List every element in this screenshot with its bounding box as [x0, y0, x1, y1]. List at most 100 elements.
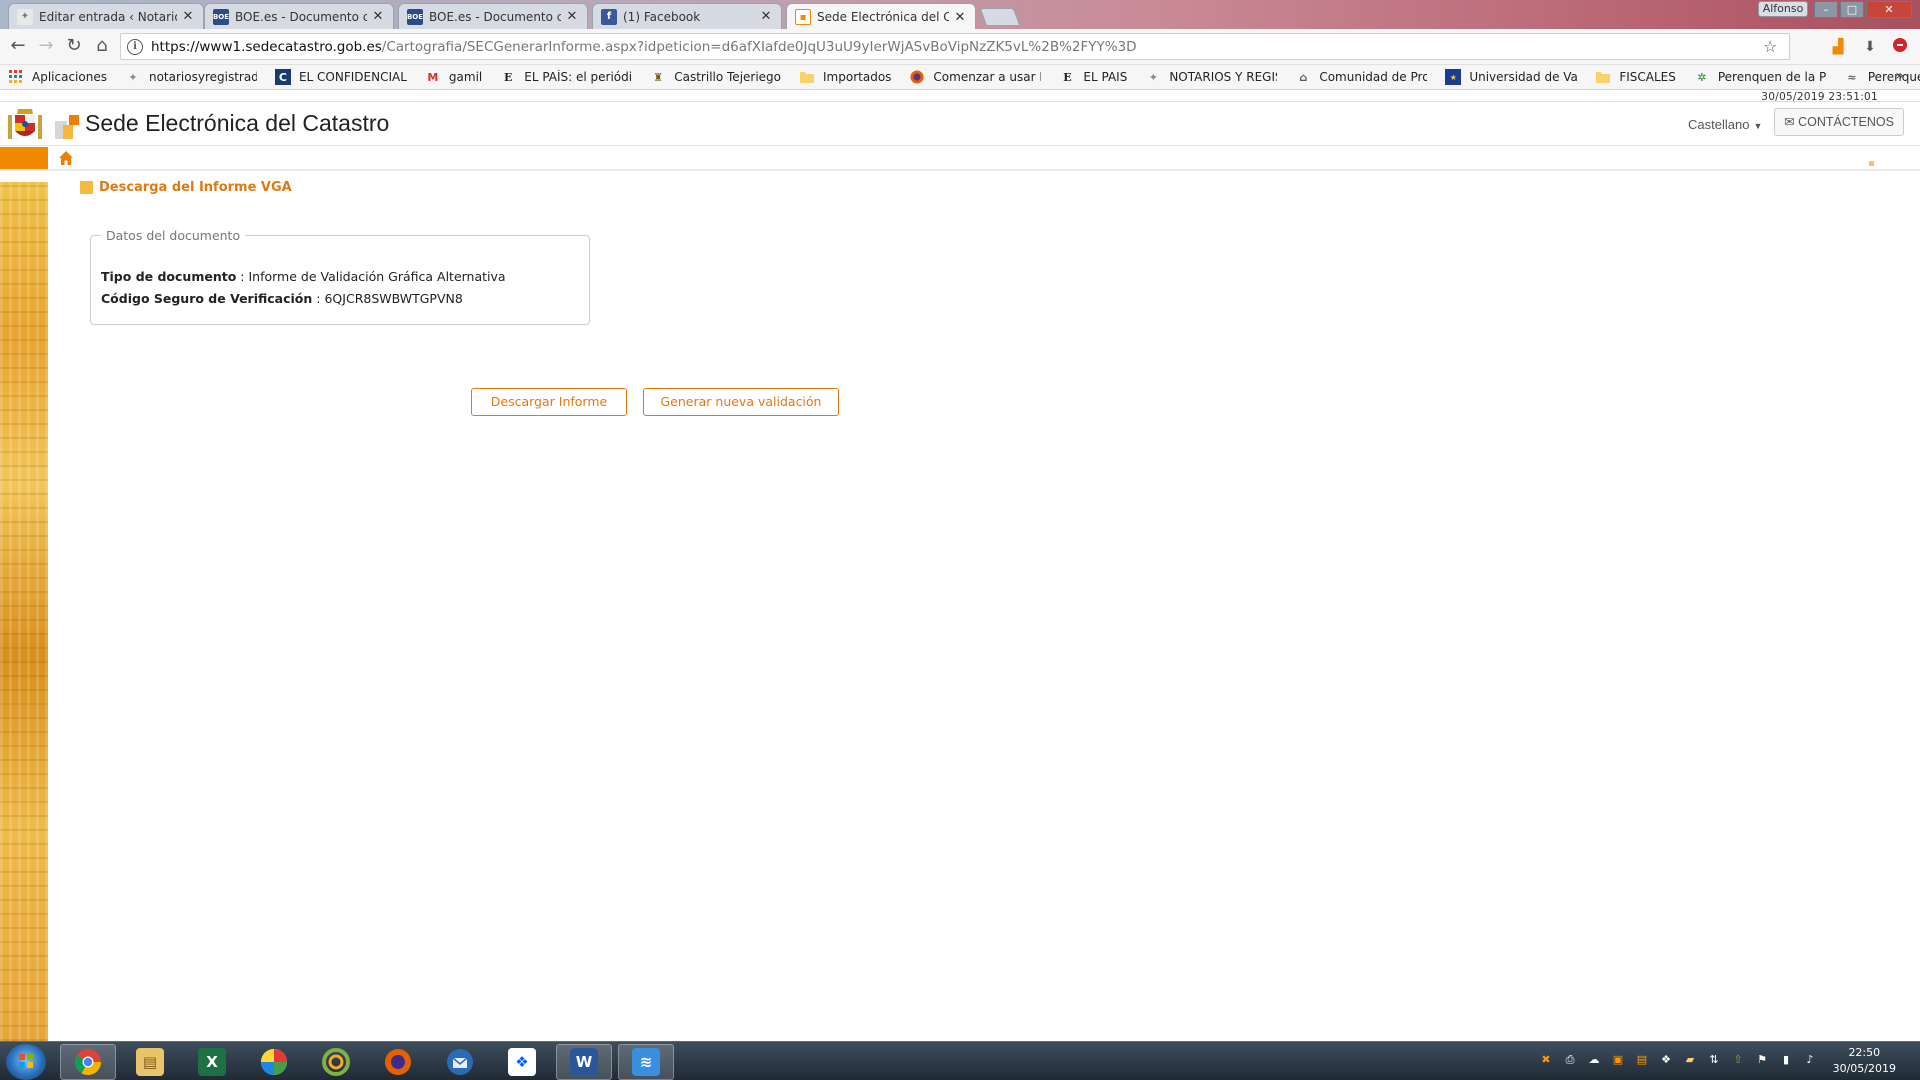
tray-app-icon[interactable]: ▣	[1610, 1052, 1626, 1068]
info-icon[interactable]: i	[127, 38, 143, 55]
start-button[interactable]	[6, 1044, 46, 1080]
window-close-button[interactable]: ✕	[1866, 1, 1912, 18]
bookmark-label: EL PAÍS: el periódico	[524, 70, 633, 84]
bookmark-item[interactable]: ✦ NOTARIOS Y REGIST	[1145, 69, 1278, 85]
windows-logo-icon	[19, 1054, 33, 1068]
tray-printer-icon[interactable]: ⎙	[1562, 1052, 1578, 1068]
bookmarks-bar: Aplicaciones ✦ notariosyregistrador C EL…	[0, 65, 1920, 90]
contact-label: CONTÁCTENOS	[1798, 115, 1894, 129]
taskbar-picasa[interactable]	[246, 1044, 302, 1080]
tray-app2-icon[interactable]: ▤	[1634, 1052, 1650, 1068]
back-button[interactable]: ←	[6, 35, 30, 59]
bookmark-item[interactable]: Importados	[799, 69, 891, 85]
url-path: /Cartografia/SECGenerarInforme.aspx?idpe…	[381, 38, 1137, 55]
profile-button[interactable]: Alfonso	[1758, 1, 1808, 17]
tab-boe-1[interactable]: BOE BOE.es - Documento con ✕	[204, 3, 394, 29]
confidencial-icon: C	[274, 69, 291, 85]
tab-title: Sede Electrónica del Cata	[817, 10, 949, 24]
taskbar-excel[interactable]: X	[184, 1044, 240, 1080]
new-tab-button[interactable]	[979, 8, 1021, 26]
bookmark-item[interactable]: E EL PAIS	[1059, 69, 1127, 85]
contact-button[interactable]: ✉ CONTÁCTENOS	[1774, 108, 1904, 136]
home-icon[interactable]	[58, 150, 74, 166]
taskbar-word[interactable]: W	[556, 1044, 612, 1080]
firefox-icon	[385, 1049, 411, 1075]
taskbar-app[interactable]: ≋	[618, 1044, 674, 1080]
close-icon[interactable]: ✕	[181, 9, 195, 24]
tray-folder-icon[interactable]: ▰	[1682, 1052, 1698, 1068]
tray-signal-icon[interactable]: ▮	[1778, 1052, 1794, 1068]
apps-grid-icon	[8, 69, 24, 85]
tray-cloud-icon[interactable]: ☁	[1586, 1052, 1602, 1068]
bookmark-item[interactable]: Comenzar a usar Fir	[909, 69, 1041, 85]
maximize-button[interactable]: □	[1840, 1, 1864, 18]
bookmark-item[interactable]: ⌂ Comunidad de Prop	[1295, 69, 1427, 85]
bookmark-item[interactable]: ♜ Castrillo Tejeriego	[650, 69, 781, 85]
eu-flag-icon: ★	[1445, 69, 1462, 85]
bookmark-item[interactable]: M gamil	[425, 69, 482, 85]
tab-boe-2[interactable]: BOE BOE.es - Documento con ✕	[398, 3, 588, 29]
download-extension-icon[interactable]: ⬇	[1860, 37, 1880, 57]
tray-flag-icon[interactable]: ⚑	[1754, 1052, 1770, 1068]
home-button[interactable]: ⌂	[90, 35, 114, 59]
bookmark-star-icon[interactable]: ☆	[1763, 37, 1783, 56]
minimize-button[interactable]: –	[1814, 1, 1838, 18]
bookmark-item[interactable]: C EL CONFIDENCIAL	[274, 69, 407, 85]
catastro-extension-icon[interactable]: ▟	[1828, 37, 1848, 57]
close-icon[interactable]: ✕	[565, 9, 579, 24]
taskbar-firefox[interactable]	[370, 1044, 426, 1080]
taskbar-chrome[interactable]	[60, 1044, 116, 1080]
document-data-fieldset: Datos del documento Tipo de documento : …	[90, 228, 590, 325]
bookmark-label: EL CONFIDENCIAL	[298, 70, 407, 84]
bookmark-item[interactable]: Aplicaciones	[8, 69, 107, 85]
bookmarks-overflow-button[interactable]: »	[1895, 68, 1904, 84]
new-validation-button[interactable]: Generar nueva validación	[643, 388, 839, 416]
close-icon[interactable]: ✕	[759, 9, 773, 24]
bookmark-item[interactable]: ≈ Perenquen	[1844, 69, 1920, 85]
browser-tab-strip: ✦ Editar entrada ‹ Notarios ✕ BOE BOE.es…	[0, 0, 1920, 30]
bookmark-item[interactable]: FISCALES	[1595, 69, 1676, 85]
tab-sede-catastro[interactable]: ▪ Sede Electrónica del Cata ✕	[786, 3, 976, 30]
bookmark-label: Comunidad de Prop	[1319, 70, 1428, 84]
download-report-button[interactable]: Descargar Informe	[471, 388, 627, 416]
section-title: Descarga del Informe VGA	[80, 180, 292, 195]
spain-coat-of-arms-icon[interactable]	[6, 105, 44, 143]
site-title[interactable]: Sede Electrónica del Catastro	[85, 110, 389, 137]
address-bar[interactable]: i https://www1.sedecatastro.gob.es/Carto…	[120, 33, 1790, 60]
bookmark-item[interactable]: ✲ Perenquen de la Paz	[1694, 69, 1826, 85]
tray-volume-icon[interactable]: ♪	[1802, 1052, 1818, 1068]
decorative-side-banner	[0, 182, 48, 1041]
tab-facebook[interactable]: f (1) Facebook ✕	[592, 3, 782, 29]
reload-button[interactable]: ↻	[62, 35, 86, 59]
taskbar-cc[interactable]	[308, 1044, 364, 1080]
chrome-icon	[74, 1049, 102, 1076]
field-separator: :	[236, 269, 249, 284]
adblock-extension-icon[interactable]	[1890, 37, 1910, 57]
tray-update-icon[interactable]: ⇧	[1730, 1052, 1746, 1068]
url-text[interactable]: https://www1.sedecatastro.gob.es/Cartogr…	[151, 39, 1763, 55]
dropbox-icon: ❖	[508, 1048, 536, 1076]
tab-editar-entrada[interactable]: ✦ Editar entrada ‹ Notarios ✕	[8, 3, 204, 29]
tray-tool-icon[interactable]: ✖	[1538, 1052, 1554, 1068]
language-label: Castellano	[1688, 117, 1750, 132]
tray-network-icon[interactable]: ⇅	[1706, 1052, 1722, 1068]
bookmark-label: NOTARIOS Y REGIST	[1169, 70, 1277, 84]
bookmark-item[interactable]: E EL PAÍS: el periódico	[500, 69, 632, 85]
taskbar-explorer[interactable]: ▤	[122, 1044, 178, 1080]
elpais-icon: E	[504, 70, 513, 84]
tab-title: BOE.es - Documento con	[429, 9, 561, 24]
taskbar-dropbox[interactable]: ❖	[494, 1044, 550, 1080]
field-value: 6QJCR8SWBWTGPVN8	[324, 291, 463, 306]
castrillo-icon: ♜	[653, 70, 664, 84]
bookmark-item[interactable]: ★ Universidad de Valla	[1445, 69, 1577, 85]
bookmark-label: Perenquen	[1867, 70, 1920, 84]
bookmark-item[interactable]: ✦ notariosyregistrador	[125, 69, 257, 85]
close-icon[interactable]: ✕	[953, 10, 967, 25]
language-selector[interactable]: Castellano ▼	[1688, 117, 1762, 132]
close-icon[interactable]: ✕	[371, 9, 385, 24]
system-clock[interactable]: 22:50 30/05/2019	[1833, 1045, 1896, 1077]
forward-button[interactable]: →	[34, 35, 58, 59]
taskbar-thunderbird[interactable]	[432, 1044, 488, 1080]
bookmark-label: Aplicaciones	[32, 70, 107, 84]
tray-dropbox-icon[interactable]: ❖	[1658, 1052, 1674, 1068]
